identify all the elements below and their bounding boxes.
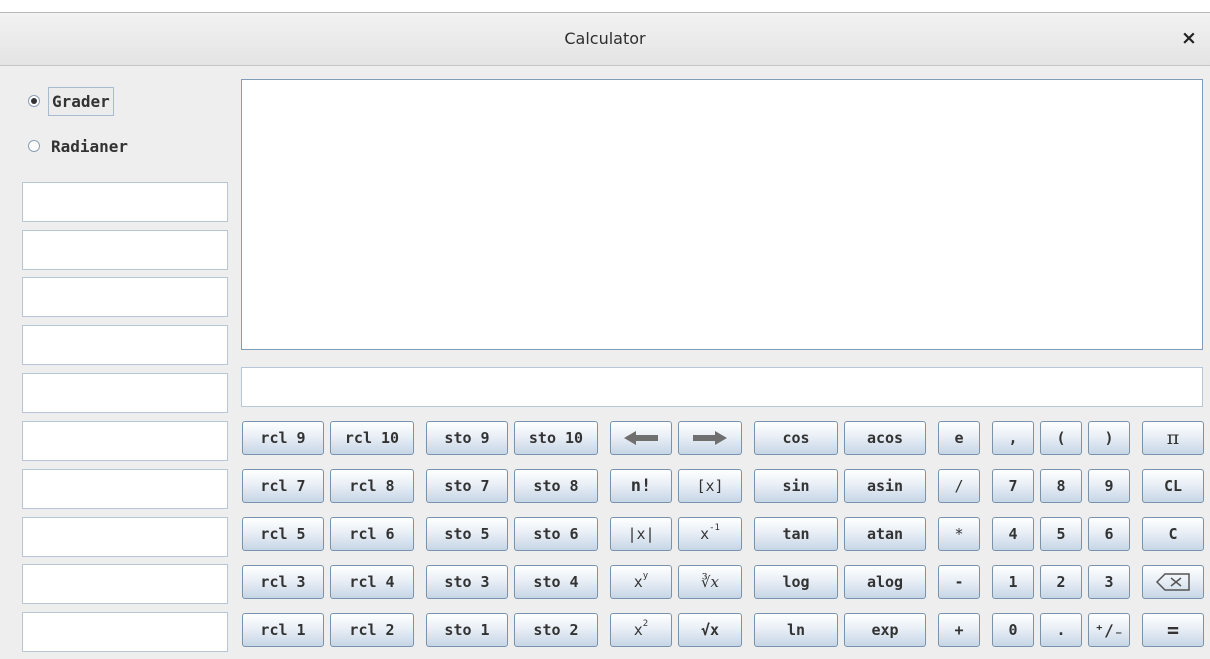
power-exponent: y — [642, 571, 649, 581]
sto-4-button[interactable]: sto 4 — [514, 565, 598, 599]
radio-radianer[interactable]: Radianer — [28, 130, 131, 162]
multiply-button[interactable]: * — [938, 517, 980, 551]
plus-button[interactable]: + — [938, 613, 980, 647]
arrow-left-icon — [624, 431, 658, 445]
rcl-9-button[interactable]: rcl 9 — [242, 421, 324, 455]
digit-0-button[interactable]: 0 — [992, 613, 1034, 647]
memory-field-9[interactable] — [22, 564, 228, 604]
ln-button[interactable]: ln — [754, 613, 838, 647]
clear-button[interactable]: C — [1142, 517, 1204, 551]
rcl-4-button[interactable]: rcl 4 — [330, 565, 414, 599]
asin-button[interactable]: asin — [844, 469, 926, 503]
reciprocal-button[interactable]: x -1 — [678, 517, 742, 551]
cos-button[interactable]: cos — [754, 421, 838, 455]
backspace-button[interactable] — [1142, 565, 1204, 599]
clear-line-button[interactable]: CL — [1142, 469, 1204, 503]
radio-radianer-label[interactable]: Radianer — [48, 133, 131, 160]
square-base: x — [633, 621, 643, 639]
memory-field-4[interactable] — [22, 325, 228, 365]
alog-button[interactable]: alog — [844, 565, 926, 599]
rcl-8-button[interactable]: rcl 8 — [330, 469, 414, 503]
digit-8-button[interactable]: 8 — [1040, 469, 1082, 503]
sto-7-button[interactable]: sto 7 — [426, 469, 508, 503]
right-paren-button[interactable]: ) — [1088, 421, 1130, 455]
window-title: Calculator — [564, 29, 646, 48]
radio-grader-label[interactable]: Grader — [48, 86, 114, 116]
e-button[interactable]: e — [938, 421, 980, 455]
pi-button[interactable]: π — [1142, 421, 1204, 455]
sin-button[interactable]: sin — [754, 469, 838, 503]
sto-9-button[interactable]: sto 9 — [426, 421, 508, 455]
power-base: x — [633, 573, 643, 591]
result-display[interactable] — [241, 79, 1203, 350]
title-bar: Calculator × — [0, 13, 1210, 66]
plus-minus-button[interactable]: ⁺∕₋ — [1088, 613, 1130, 647]
digit-5-button[interactable]: 5 — [1040, 517, 1082, 551]
sto-5-button[interactable]: sto 5 — [426, 517, 508, 551]
digit-7-button[interactable]: 7 — [992, 469, 1034, 503]
reciprocal-exponent: -1 — [709, 523, 720, 533]
sto-3-button[interactable]: sto 3 — [426, 565, 508, 599]
divide-button[interactable]: / — [938, 469, 980, 503]
sto-2-button[interactable]: sto 2 — [514, 613, 598, 647]
memory-field-8[interactable] — [22, 517, 228, 557]
reciprocal-base: x — [700, 525, 710, 543]
rcl-3-button[interactable]: rcl 3 — [242, 565, 324, 599]
exp-button[interactable]: exp — [844, 613, 926, 647]
memory-field-6[interactable] — [22, 421, 228, 461]
absolute-value-button[interactable]: |x| — [610, 517, 672, 551]
calculator-window: Calculator × Grader Radianer rcl 9 rcl 1… — [0, 12, 1210, 659]
arrow-right-icon — [693, 431, 727, 445]
rcl-7-button[interactable]: rcl 7 — [242, 469, 324, 503]
power-button[interactable]: xy — [610, 565, 672, 599]
decimal-point-button[interactable]: . — [1040, 613, 1082, 647]
square-button[interactable]: x2 — [610, 613, 672, 647]
log-button[interactable]: log — [754, 565, 838, 599]
memory-field-7[interactable] — [22, 469, 228, 509]
rcl-5-button[interactable]: rcl 5 — [242, 517, 324, 551]
digit-2-button[interactable]: 2 — [1040, 565, 1082, 599]
atan-button[interactable]: atan — [844, 517, 926, 551]
digit-3-button[interactable]: 3 — [1088, 565, 1130, 599]
memory-field-2[interactable] — [22, 230, 228, 270]
backspace-icon — [1155, 573, 1190, 591]
minus-button[interactable]: - — [938, 565, 980, 599]
floor-button[interactable]: [x] — [678, 469, 742, 503]
factorial-button[interactable]: n! — [610, 469, 672, 503]
memory-field-1[interactable] — [22, 182, 228, 222]
left-paren-button[interactable]: ( — [1040, 421, 1082, 455]
sto-1-button[interactable]: sto 1 — [426, 613, 508, 647]
digit-9-button[interactable]: 9 — [1088, 469, 1130, 503]
sto-6-button[interactable]: sto 6 — [514, 517, 598, 551]
memory-field-3[interactable] — [22, 277, 228, 317]
rcl-6-button[interactable]: rcl 6 — [330, 517, 414, 551]
square-exponent: 2 — [642, 619, 649, 629]
close-button[interactable]: × — [1178, 26, 1200, 50]
rcl-10-button[interactable]: rcl 10 — [330, 421, 414, 455]
sto-8-button[interactable]: sto 8 — [514, 469, 598, 503]
equals-button[interactable]: = — [1142, 613, 1204, 647]
cursor-left-button[interactable] — [610, 421, 672, 455]
square-root-button[interactable]: √x — [678, 613, 742, 647]
digit-6-button[interactable]: 6 — [1088, 517, 1130, 551]
tan-button[interactable]: tan — [754, 517, 838, 551]
yth-root-button[interactable]: ∛x — [678, 565, 742, 599]
memory-field-10[interactable] — [22, 612, 228, 652]
acos-button[interactable]: acos — [844, 421, 926, 455]
memory-field-5[interactable] — [22, 373, 228, 413]
cursor-right-button[interactable] — [678, 421, 742, 455]
rcl-1-button[interactable]: rcl 1 — [242, 613, 324, 647]
rcl-2-button[interactable]: rcl 2 — [330, 613, 414, 647]
comma-button[interactable]: , — [992, 421, 1034, 455]
radio-grader-indicator[interactable] — [28, 95, 40, 107]
digit-1-button[interactable]: 1 — [992, 565, 1034, 599]
radio-grader[interactable]: Grader — [28, 85, 114, 117]
radio-radianer-indicator[interactable] — [28, 140, 40, 152]
sto-10-button[interactable]: sto 10 — [514, 421, 598, 455]
expression-input[interactable] — [241, 367, 1203, 407]
digit-4-button[interactable]: 4 — [992, 517, 1034, 551]
